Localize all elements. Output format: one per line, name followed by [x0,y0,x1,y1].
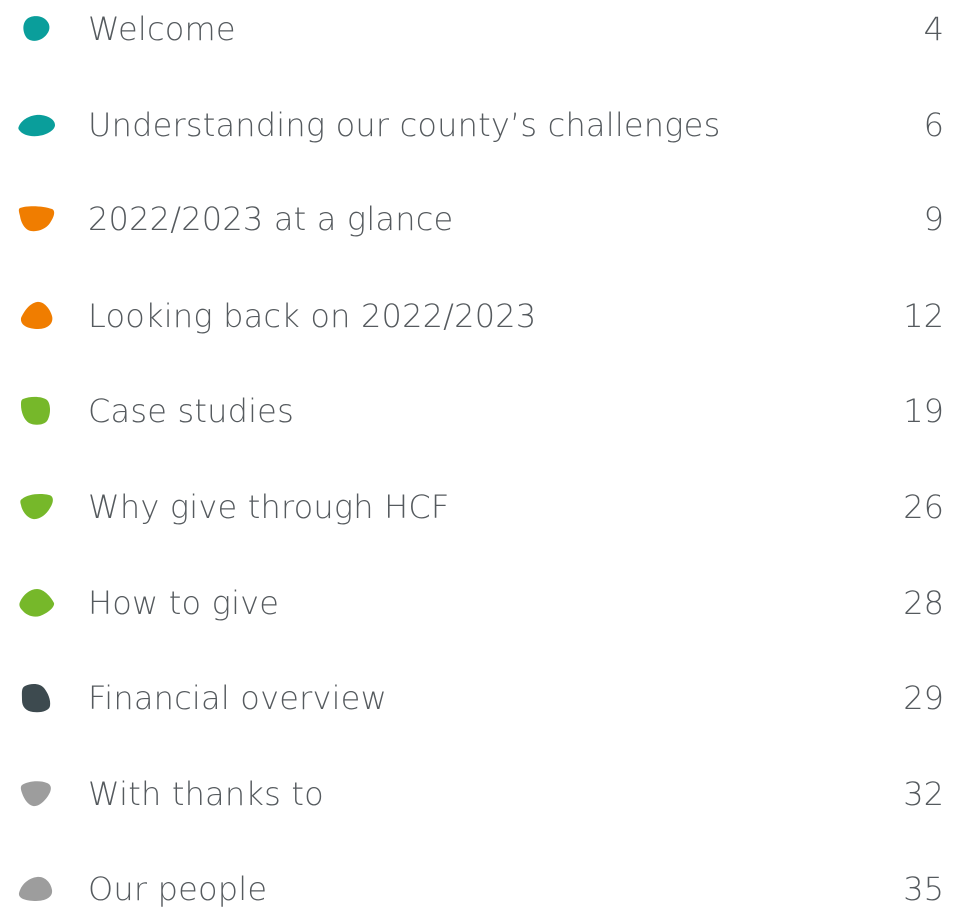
toc-item-page-number: 4 [923,10,944,48]
toc-item-page-number: 6 [923,106,944,144]
teal-pebble-icon [16,11,60,47]
toc-item-label: Our people [88,870,268,908]
green-pebble-icon [16,585,60,621]
toc-item-label: How to give [88,584,280,622]
toc-item-page-number: 26 [903,488,944,526]
toc-item-our-people[interactable]: Our people 35 [0,857,960,921]
toc-item-welcome[interactable]: Welcome 4 [0,0,960,61]
toc-item-looking-back[interactable]: Looking back on 2022/2023 12 [0,284,960,348]
toc-item-how-to-give[interactable]: How to give 28 [0,571,960,635]
toc-item-label: Financial overview [88,679,387,717]
teal-pebble-icon [16,107,60,143]
toc-item-label: 2022/2023 at a glance [88,200,454,238]
toc-item-page-number: 12 [903,297,944,335]
grey-pebble-icon [16,871,60,907]
dark-grey-pebble-icon [16,680,60,716]
toc-item-case-studies[interactable]: Case studies 19 [0,379,960,443]
toc-item-page-number: 32 [903,775,944,813]
toc-item-label: Case studies [88,392,294,430]
toc-item-page-number: 9 [923,200,944,238]
toc-item-label: Why give through HCF [88,488,450,526]
toc-item-understanding-challenges[interactable]: Understanding our county’s challenges 6 [0,93,960,157]
orange-pebble-icon [16,201,60,237]
green-pebble-icon [16,393,60,429]
toc-item-at-a-glance[interactable]: 2022/2023 at a glance 9 [0,187,960,251]
table-of-contents: Welcome 4 Understanding our county’s cha… [0,0,960,912]
green-pebble-icon [16,489,60,525]
toc-item-financial-overview[interactable]: Financial overview 29 [0,666,960,730]
toc-item-why-give[interactable]: Why give through HCF 26 [0,475,960,539]
toc-item-page-number: 28 [903,584,944,622]
toc-item-label: Welcome [88,10,236,48]
grey-pebble-icon [16,776,60,812]
toc-item-label: Understanding our county’s challenges [88,106,721,144]
toc-item-label: With thanks to [88,775,324,813]
toc-item-label: Looking back on 2022/2023 [88,297,537,335]
orange-pebble-icon [16,298,60,334]
toc-item-page-number: 35 [903,870,944,908]
toc-item-page-number: 19 [903,392,944,430]
toc-item-page-number: 29 [903,679,944,717]
toc-item-with-thanks[interactable]: With thanks to 32 [0,762,960,826]
